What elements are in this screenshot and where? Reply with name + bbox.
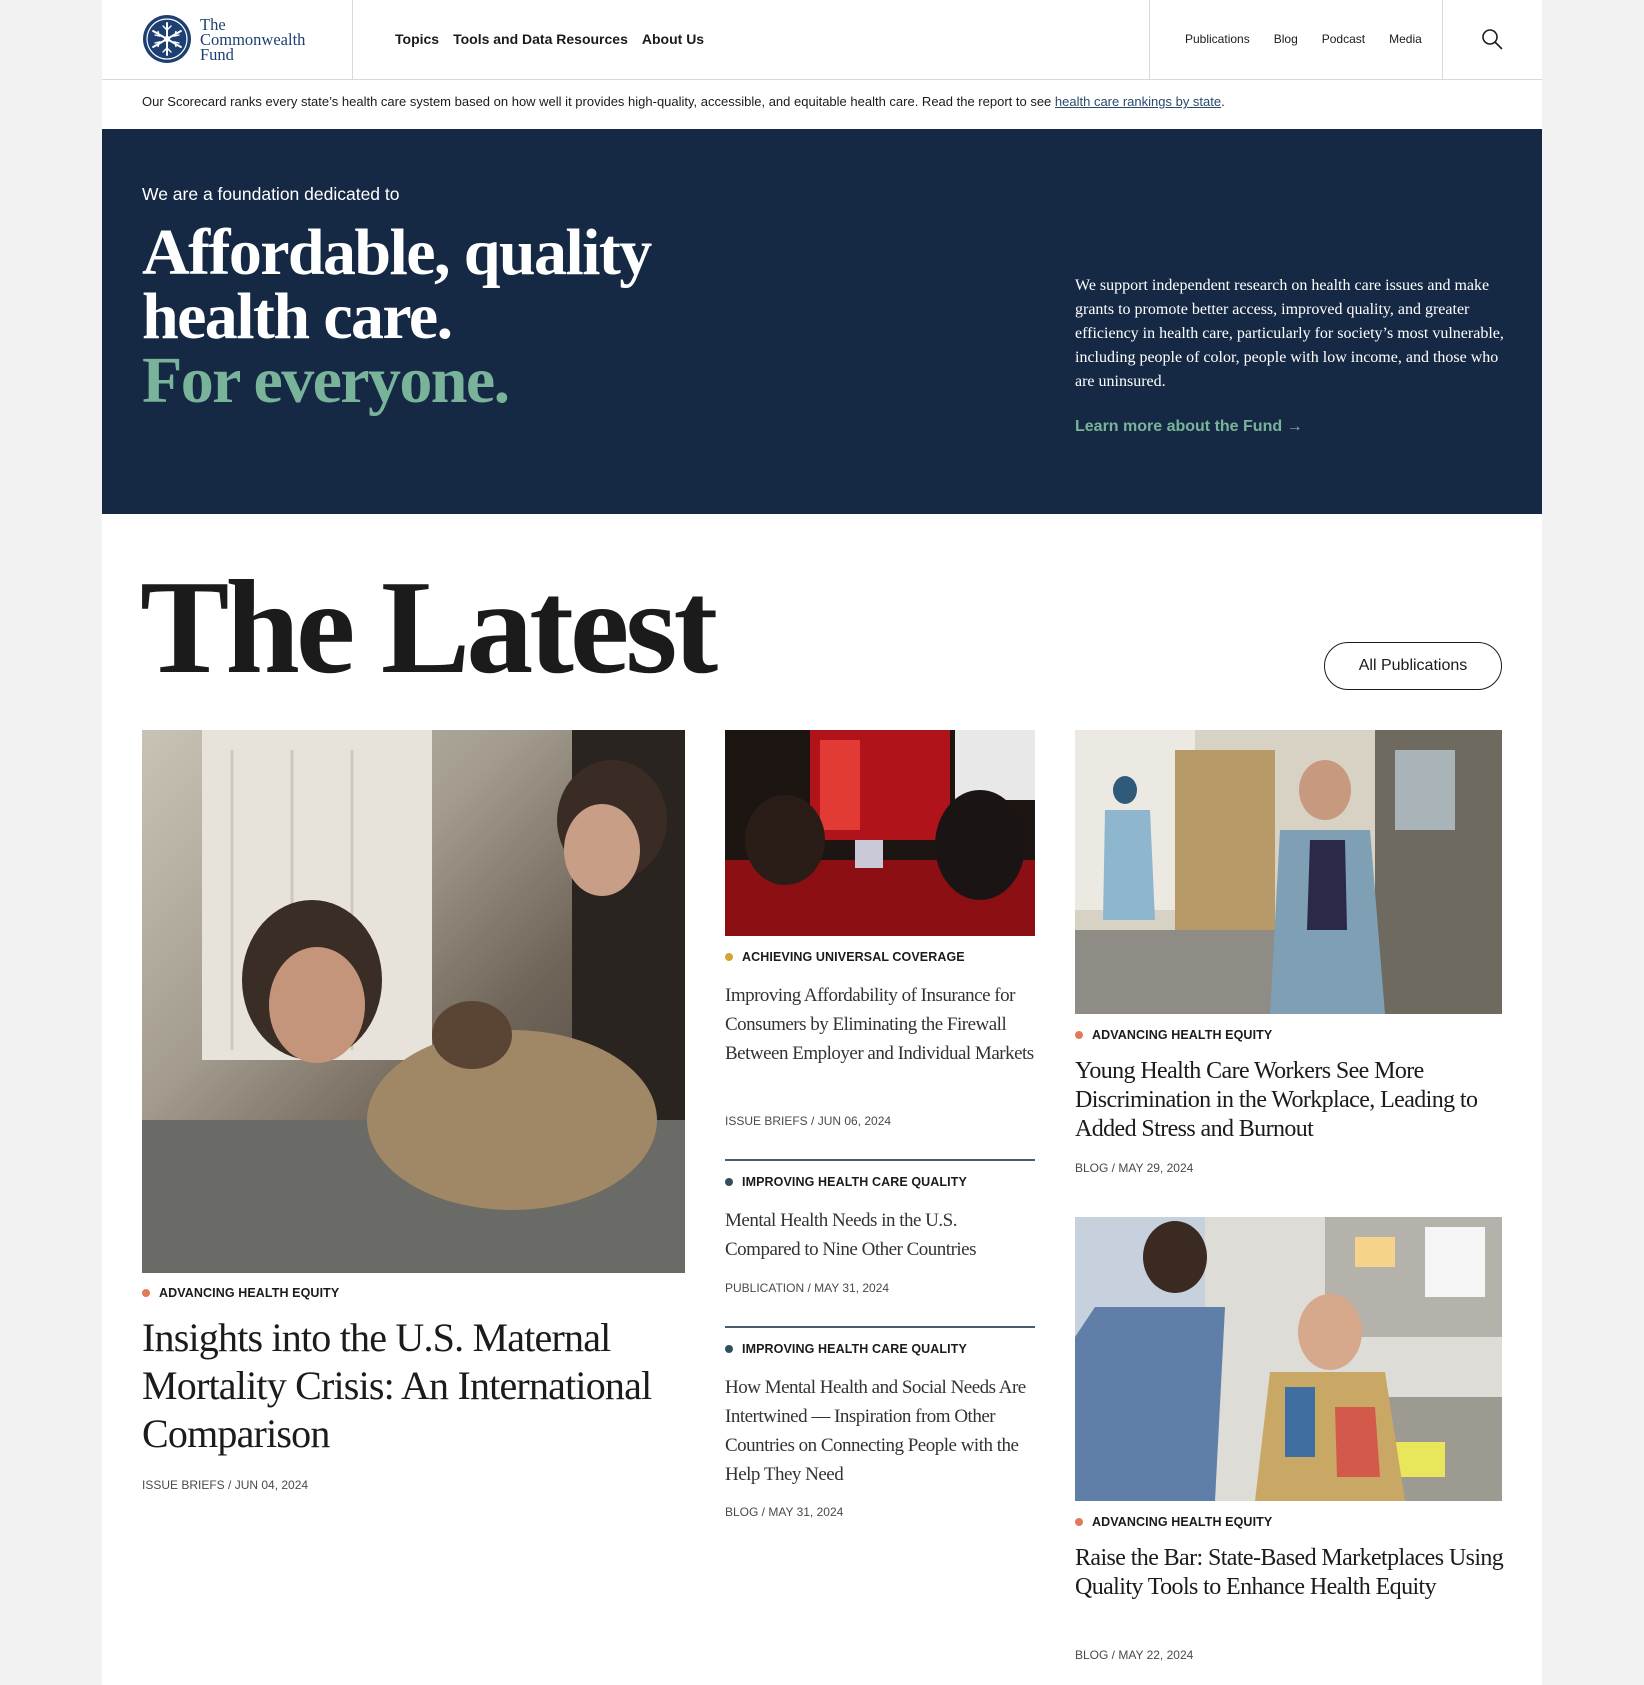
- article-title-mental-social-needs[interactable]: How Mental Health and Social Needs Are I…: [725, 1373, 1035, 1489]
- tag-label: ADVANCING HEALTH EQUITY: [159, 1286, 340, 1300]
- article-meta: BLOG / MAY 31, 2024: [725, 1505, 844, 1519]
- article-tag[interactable]: ADVANCING HEALTH EQUITY: [1075, 1028, 1272, 1042]
- article-meta: PUBLICATION / MAY 31, 2024: [725, 1281, 890, 1295]
- nav-about-us[interactable]: About Us: [642, 31, 704, 47]
- hero-headline: Affordable, quality health care. For eve…: [142, 216, 652, 417]
- logo-wordmark: The Commonwealth Fund: [200, 16, 305, 64]
- article-image-insurance[interactable]: [725, 730, 1035, 936]
- tag-label: IMPROVING HEALTH CARE QUALITY: [742, 1175, 967, 1189]
- article-title-insurance[interactable]: Improving Affordability of Insurance for…: [725, 981, 1035, 1068]
- topic-dot: [725, 1345, 733, 1353]
- search-button[interactable]: [1442, 0, 1542, 78]
- logo-line-3: Fund: [200, 44, 234, 64]
- insurance-photo: [725, 730, 1035, 936]
- article-tag[interactable]: IMPROVING HEALTH CARE QUALITY: [725, 1175, 967, 1189]
- nav-media[interactable]: Media: [1389, 32, 1422, 46]
- nav-topics[interactable]: Topics: [395, 31, 439, 47]
- hero-description: We support independent research on healt…: [1075, 277, 1504, 390]
- health-workers-photo: [1075, 730, 1502, 1014]
- article-title-maternal[interactable]: Insights into the U.S. Maternal Mortalit…: [142, 1314, 682, 1458]
- latest-heading: The Latest: [140, 553, 718, 701]
- site-logo[interactable]: The Commonwealth Fund: [142, 14, 305, 64]
- header-divider: [352, 0, 353, 80]
- maternal-photo: [142, 730, 685, 1273]
- notice-text: Our Scorecard ranks every state’s health…: [142, 94, 1055, 109]
- list-divider: [725, 1159, 1035, 1161]
- nav-podcast[interactable]: Podcast: [1322, 32, 1365, 46]
- article-meta: BLOG / MAY 22, 2024: [1075, 1648, 1194, 1662]
- main-nav: Topics Tools and Data Resources About Us: [373, 0, 718, 78]
- header-divider: [1149, 0, 1150, 80]
- hero-intro: We are a foundation dedicated to: [142, 184, 400, 204]
- article-meta: ISSUE BRIEFS / JUN 06, 2024: [725, 1114, 892, 1128]
- tag-label: ADVANCING HEALTH EQUITY: [1092, 1515, 1273, 1529]
- tag-label: IMPROVING HEALTH CARE QUALITY: [742, 1342, 967, 1356]
- all-publications-button[interactable]: All Publications: [1324, 642, 1502, 690]
- topic-dot: [725, 1178, 733, 1186]
- topic-dot: [142, 1289, 150, 1297]
- search-icon: [1482, 29, 1503, 50]
- article-image-marketplaces[interactable]: [1075, 1217, 1502, 1501]
- article-title-mental-health-needs[interactable]: Mental Health Needs in the U.S. Compared…: [725, 1206, 1035, 1264]
- site-header: The Commonwealth Fund Topics Tools and D…: [102, 0, 1542, 80]
- secondary-nav: Publications Blog Podcast Media: [1173, 0, 1434, 78]
- list-divider: [725, 1326, 1035, 1328]
- article-title-marketplaces[interactable]: Raise the Bar: State-Based Marketplaces …: [1075, 1544, 1505, 1602]
- snowflake-logo-icon: [143, 15, 191, 63]
- nav-publications[interactable]: Publications: [1185, 32, 1250, 46]
- article-title-health-workers[interactable]: Young Health Care Workers See More Discr…: [1075, 1057, 1505, 1144]
- article-tag[interactable]: IMPROVING HEALTH CARE QUALITY: [725, 1342, 967, 1356]
- hero-line-3: For everyone.: [142, 344, 510, 417]
- learn-more-link[interactable]: Learn more about the Fund →: [1075, 418, 1303, 436]
- hero-banner: We are a foundation dedicated to Afforda…: [102, 129, 1542, 514]
- topic-dot: [1075, 1031, 1083, 1039]
- page: The Commonwealth Fund Topics Tools and D…: [102, 0, 1542, 1685]
- article-meta: BLOG / MAY 29, 2024: [1075, 1161, 1194, 1175]
- article-tag[interactable]: ADVANCING HEALTH EQUITY: [142, 1286, 339, 1300]
- hero-line-2: health care.: [142, 280, 453, 353]
- article-meta: ISSUE BRIEFS / JUN 04, 2024: [142, 1478, 309, 1492]
- scorecard-notice: Our Scorecard ranks every state’s health…: [142, 94, 1225, 109]
- marketplaces-photo: [1075, 1217, 1502, 1501]
- tag-label: ADVANCING HEALTH EQUITY: [1092, 1028, 1273, 1042]
- nav-blog[interactable]: Blog: [1274, 32, 1298, 46]
- article-image-health-workers[interactable]: [1075, 730, 1502, 1014]
- nav-tools-data-resources[interactable]: Tools and Data Resources: [453, 31, 628, 47]
- topic-dot: [725, 953, 733, 961]
- notice-end: .: [1221, 94, 1225, 109]
- tag-label: ACHIEVING UNIVERSAL COVERAGE: [742, 950, 965, 964]
- article-tag[interactable]: ADVANCING HEALTH EQUITY: [1075, 1515, 1272, 1529]
- notice-rankings-link[interactable]: health care rankings by state: [1055, 94, 1221, 109]
- topic-dot: [1075, 1518, 1083, 1526]
- article-image-maternal[interactable]: [142, 730, 685, 1273]
- article-tag[interactable]: ACHIEVING UNIVERSAL COVERAGE: [725, 950, 965, 964]
- hero-line-1: Affordable, quality: [142, 216, 652, 289]
